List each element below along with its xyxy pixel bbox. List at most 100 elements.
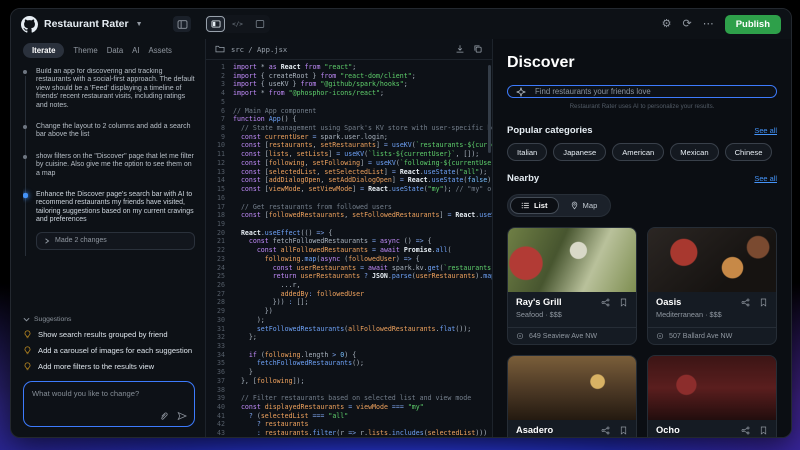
location-pin-icon <box>516 332 524 340</box>
app-preview-panel: Discover Restaurant Rater uses AI to per… <box>493 39 791 437</box>
category-chip[interactable]: Chinese <box>725 143 773 161</box>
sidebar-toggle-icon[interactable] <box>173 16 191 32</box>
code-line: 13 const [selectedList, setSelectedList]… <box>206 168 492 177</box>
code-line: 42 ? restaurants <box>206 420 492 429</box>
code-line: 33 <box>206 342 492 351</box>
history-refresh-icon[interactable]: ⟳ <box>682 19 691 30</box>
bookmark-icon[interactable] <box>759 298 768 307</box>
search-helper-text: Restaurant Rater uses AI to personalize … <box>507 103 777 110</box>
category-chip[interactable]: American <box>612 143 664 161</box>
sidebar-tab[interactable]: Assets <box>149 43 172 58</box>
split-view-button[interactable] <box>250 16 269 32</box>
category-chip[interactable]: Japanese <box>553 143 606 161</box>
code-line: 35 fetchFollowedRestaurants(); <box>206 359 492 368</box>
suggestions-header[interactable]: Suggestions <box>23 316 195 323</box>
share-icon[interactable] <box>741 298 750 307</box>
code-line: 27 addedBy: followedUser <box>206 290 492 299</box>
code-line: 37 }, [following]); <box>206 377 492 386</box>
code-line: 3import { useKV } from "@github/spark/ho… <box>206 80 492 89</box>
editor-file-header: src / App.jsx <box>206 39 492 60</box>
popular-see-all-link[interactable]: See all <box>754 126 777 135</box>
restaurant-card[interactable]: Ocho <box>647 355 777 437</box>
code-editor[interactable]: 1import * as React from "react"; 2import… <box>206 60 492 437</box>
map-view-option[interactable]: Map <box>559 197 609 214</box>
sidebar-tab[interactable]: Theme <box>73 43 97 58</box>
composer-actions <box>159 411 187 421</box>
folder-icon <box>215 44 225 54</box>
code-line: 10 const [restaurants, setRestaurants] =… <box>206 141 492 150</box>
titlebar-left: Restaurant Rater ▼ <box>21 16 191 33</box>
code-line: 26 ...r, <box>206 281 492 290</box>
restaurant-card-grid: Ray's Grill Seafood · $$$ 649 Seaview Av… <box>507 227 777 437</box>
restaurant-photo <box>508 356 636 420</box>
copy-icon[interactable] <box>473 44 483 54</box>
list-icon <box>521 201 530 210</box>
preview-view-button[interactable] <box>206 16 225 32</box>
category-chip[interactable]: Italian <box>507 143 547 161</box>
lightbulb-icon <box>23 362 32 371</box>
code-line: 30 ); <box>206 316 492 325</box>
publish-button[interactable]: Publish <box>725 15 781 34</box>
category-chip[interactable]: Mexican <box>670 143 718 161</box>
download-icon[interactable] <box>455 44 465 54</box>
share-icon[interactable] <box>601 298 610 307</box>
chat-message: Build an app for discovering and trackin… <box>36 68 195 110</box>
settings-gear-icon[interactable]: ⚙ <box>662 19 672 30</box>
restaurant-address-row: 507 Ballard Ave NW <box>648 327 776 344</box>
attachment-paperclip-icon[interactable] <box>159 411 169 421</box>
location-pin-icon <box>656 332 664 340</box>
restaurant-name: Oasis <box>656 297 741 307</box>
titlebar-right: ⚙ ⟳ ⋯ Publish <box>662 15 781 34</box>
sidebar-tab[interactable]: Iterate <box>23 43 64 58</box>
suggestion-item[interactable]: Add more filters to the results view <box>23 362 195 371</box>
search-input[interactable] <box>533 86 768 97</box>
overflow-menu-icon[interactable]: ⋯ <box>703 19 714 30</box>
chat-messages: Build an app for discovering and trackin… <box>36 68 195 178</box>
iterate-sidebar: Iterate Theme Data AI Assets Build an ap… <box>11 39 206 437</box>
timeline-line <box>25 76 26 256</box>
restaurant-card[interactable]: Oasis Mediterranean · $$$ 507 Ballard Av… <box>647 227 777 345</box>
restaurant-card[interactable]: Asadero <box>507 355 637 437</box>
lightbulb-icon <box>23 346 32 355</box>
share-icon[interactable] <box>741 426 750 435</box>
code-line: 6// Main App component <box>206 107 492 116</box>
code-view-button[interactable]: </> <box>228 16 247 32</box>
share-icon[interactable] <box>601 426 610 435</box>
chevron-down-icon <box>23 316 30 323</box>
restaurant-name: Ocho <box>656 425 741 435</box>
nearby-title: Nearby <box>507 173 539 184</box>
code-line: 5 <box>206 98 492 107</box>
code-line: 20 React.useEffect(() => { <box>206 229 492 238</box>
chevron-down-icon[interactable]: ▼ <box>136 21 143 28</box>
code-line: 23 following.map(async (followedUser) =>… <box>206 255 492 264</box>
sidebar-tab[interactable]: Data <box>107 43 123 58</box>
bookmark-icon[interactable] <box>619 426 628 435</box>
suggestion-item[interactable]: Add a carousel of images for each sugges… <box>23 346 195 355</box>
ai-search-box[interactable] <box>507 85 777 98</box>
code-line: 41 ? (selectedList === "all" <box>206 412 492 421</box>
bookmark-icon[interactable] <box>759 426 768 435</box>
nearby-see-all-link[interactable]: See all <box>754 174 777 183</box>
send-icon[interactable] <box>177 411 187 421</box>
code-line: 43 : restaurants.filter(r => r.lists.inc… <box>206 429 492 437</box>
popular-categories-title: Popular categories <box>507 125 593 136</box>
list-view-option[interactable]: List <box>510 197 559 214</box>
restaurant-card[interactable]: Ray's Grill Seafood · $$$ 649 Seaview Av… <box>507 227 637 345</box>
editor-scrollbar-thumb[interactable] <box>488 65 491 153</box>
suggestion-item[interactable]: Show search results grouped by friend <box>23 330 195 339</box>
bookmark-icon[interactable] <box>619 298 628 307</box>
code-line: 38 <box>206 386 492 395</box>
restaurant-name: Ray's Grill <box>516 297 601 307</box>
code-line: 17 // Get restaurants from followed user… <box>206 203 492 212</box>
code-editor-panel: src / App.jsx 1import * as React from "r… <box>206 39 493 437</box>
chat-message-active: Enhance the Discover page's search bar w… <box>36 191 195 250</box>
composer-input[interactable] <box>30 387 188 412</box>
titlebar: Restaurant Rater ▼ </> ⚙ ⟳ ⋯ Publish <box>11 9 791 39</box>
sidebar-tab[interactable]: AI <box>132 43 139 58</box>
code-line: 7function App() { <box>206 115 492 124</box>
page-title: Discover <box>507 54 777 72</box>
made-changes-expander[interactable]: Made 2 changes <box>36 232 195 250</box>
code-line: 22 const allFollowedRestaurants = await … <box>206 246 492 255</box>
popular-categories-header: Popular categories See all <box>507 125 777 136</box>
restaurant-cuisine-price: Mediterranean · $$$ <box>656 310 768 319</box>
